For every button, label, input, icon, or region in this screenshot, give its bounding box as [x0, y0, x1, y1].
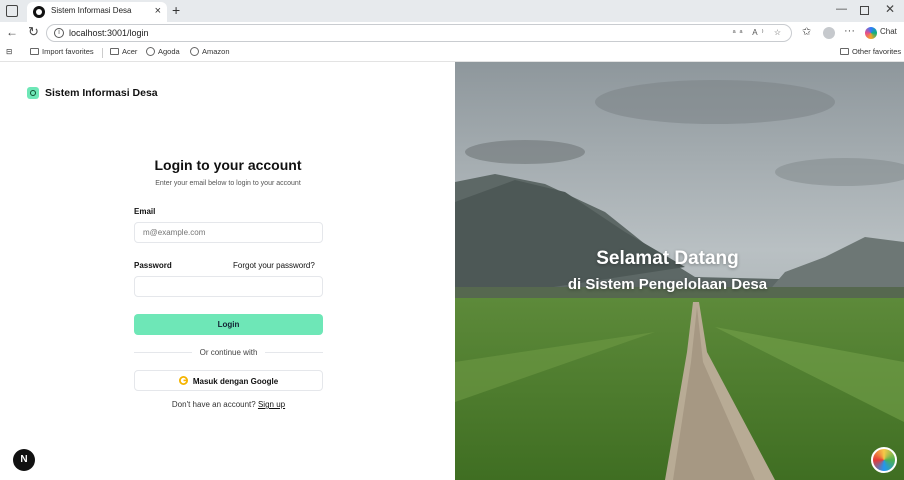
favorite-agoda[interactable]: Agoda: [146, 47, 180, 56]
tab-title: Sistem Informasi Desa: [51, 6, 132, 15]
globe-icon: [190, 47, 199, 56]
address-bar[interactable]: i localhost:3001/login ᵃᵃ A⁾ ☆: [46, 24, 792, 42]
hero-panel: Selamat Datang di Sistem Pengelolaan Des…: [455, 62, 904, 480]
url-text[interactable]: localhost:3001/login: [69, 28, 149, 38]
brand-name: Sistem Informasi Desa: [45, 87, 158, 99]
divider-line: [134, 352, 192, 353]
favorite-import[interactable]: Import favorites: [30, 47, 94, 56]
divider-text: Or continue with: [199, 348, 258, 357]
back-icon[interactable]: ←: [6, 25, 18, 39]
signup-link[interactable]: Sign up: [258, 400, 285, 409]
signup-prompt: Don't have an account?: [171, 400, 256, 409]
browser-tab-bar: Sistem Informasi Desa × + — ✕: [0, 0, 904, 22]
window-close-icon[interactable]: ✕: [885, 2, 895, 16]
google-login-button[interactable]: Masuk dengan Google: [134, 370, 323, 391]
hero-landscape-image: [455, 62, 904, 480]
login-button[interactable]: Login: [134, 314, 323, 335]
tab-close-icon[interactable]: ×: [155, 4, 161, 18]
new-tab-icon[interactable]: +: [172, 2, 180, 18]
info-icon[interactable]: i: [54, 28, 64, 38]
tab-actions-icon[interactable]: [6, 5, 18, 17]
google-icon: [178, 375, 188, 385]
folder-icon: [840, 48, 849, 55]
favorite-amazon[interactable]: Amazon: [190, 47, 230, 56]
favorites-bar: ⊟ Import favorites Acer Agoda Amazon Oth…: [0, 44, 904, 62]
copilot-icon[interactable]: [865, 27, 877, 39]
login-subtitle: Enter your email below to login to your …: [155, 180, 301, 187]
hero-subtitle: di Sistem Pengelolaan Desa: [567, 276, 768, 293]
browser-toolbar: ← ↻ i localhost:3001/login ᵃᵃ A⁾ ☆ ✩ ···…: [0, 22, 904, 44]
favorite-acer[interactable]: Acer: [110, 47, 137, 56]
floating-avatar-icon[interactable]: [871, 447, 897, 473]
email-input[interactable]: [134, 222, 323, 243]
chat-label[interactable]: Chat: [880, 27, 897, 36]
maximize-icon[interactable]: [860, 6, 869, 15]
globe-icon: [146, 47, 155, 56]
address-bar-icons[interactable]: ᵃᵃ A⁾ ☆: [733, 28, 785, 37]
nextjs-dev-badge[interactable]: N: [13, 449, 35, 471]
favorites-separator: [102, 48, 103, 58]
reload-icon[interactable]: ↻: [28, 24, 39, 40]
login-title: Login to your account: [154, 157, 302, 173]
password-input[interactable]: [134, 276, 323, 297]
more-icon[interactable]: ···: [844, 25, 855, 37]
minimize-icon[interactable]: —: [836, 3, 847, 15]
hero-title: Selamat Datang: [596, 248, 739, 269]
other-favorites[interactable]: Other favorites: [840, 47, 901, 56]
forgot-password-link[interactable]: Forgot your password?: [233, 261, 315, 270]
brand-logo-icon: [27, 87, 39, 99]
email-label: Email: [134, 207, 156, 216]
google-button-label: Masuk dengan Google: [192, 376, 279, 386]
favorites-icon[interactable]: ✩: [802, 25, 811, 38]
browser-tab[interactable]: Sistem Informasi Desa ×: [27, 2, 167, 22]
password-label: Password: [134, 261, 172, 270]
collections-icon[interactable]: ⊟: [6, 47, 12, 56]
profile-avatar[interactable]: [823, 27, 835, 39]
folder-icon: [30, 48, 39, 55]
signup-row: Don't have an account? Sign up: [134, 400, 323, 409]
folder-icon: [110, 48, 119, 55]
favicon-icon: [33, 6, 45, 18]
divider-line: [265, 352, 323, 353]
